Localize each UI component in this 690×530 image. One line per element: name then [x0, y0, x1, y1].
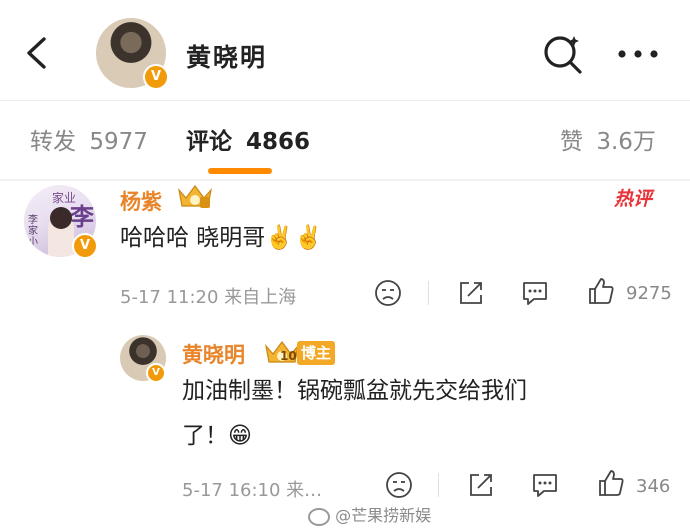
commenter-name[interactable]: 杨紫 [120, 186, 162, 216]
page-title[interactable]: 黄晓明 [186, 38, 267, 74]
reply-author-name[interactable]: 黄晓明 [182, 339, 245, 369]
share-icon[interactable] [456, 278, 486, 308]
reply-text-line2: 了！😁 [182, 423, 252, 449]
verified-badge: V [143, 64, 169, 90]
dislike-face-icon[interactable] [384, 470, 414, 500]
thumbs-up-icon[interactable] [596, 468, 626, 498]
top-navigation-bar: V 黄晓明 [0, 0, 690, 100]
watermark: @芒果捞新娱 [308, 502, 431, 526]
crown-badge-icon [178, 185, 212, 208]
active-tab-indicator [208, 168, 272, 174]
header-divider [0, 100, 690, 101]
tab-reposts[interactable]: 转发 5977 [30, 122, 148, 156]
tab-count: 5977 [89, 129, 148, 155]
weibo-logo-icon [308, 507, 330, 526]
more-horizontal-icon[interactable] [616, 44, 660, 64]
like-count: 346 [636, 476, 671, 497]
author-tag: 博主 [297, 341, 335, 365]
reply-meta: 5-17 16:10 来… [182, 480, 323, 501]
share-icon[interactable] [466, 470, 496, 500]
verified-badge: V [146, 363, 166, 383]
search-icon[interactable] [540, 32, 584, 76]
tab-label: 赞 [560, 129, 583, 155]
action-separator [428, 281, 429, 305]
avatar-side-text: 李家小房 [28, 215, 38, 257]
action-separator [438, 473, 439, 497]
level-number: 10 [280, 349, 297, 363]
comment-icon[interactable] [520, 278, 550, 308]
tab-count: 3.6万 [596, 129, 656, 155]
tab-likes[interactable]: 赞 3.6万 [560, 122, 656, 156]
dislike-face-icon[interactable] [373, 278, 403, 308]
chevron-left-icon[interactable] [22, 36, 56, 70]
tab-comments[interactable]: 评论 4866 [186, 122, 310, 156]
like-count: 9275 [626, 283, 672, 304]
comment-meta: 5-17 11:20 来自上海 [120, 287, 297, 308]
verified-badge: V [72, 233, 98, 259]
tab-count: 4866 [246, 129, 311, 155]
comment-text: 哈哈哈 晓明哥✌️✌️ [120, 225, 323, 251]
reply-text-line1: 加油制墨！锅碗瓢盆就先交给我们 [182, 378, 527, 404]
comment-icon[interactable] [530, 470, 560, 500]
thumbs-up-icon[interactable] [586, 276, 616, 306]
watermark-text: @芒果捞新娱 [335, 506, 432, 525]
tab-label: 评论 [186, 129, 232, 155]
hot-comment-tag: 热评 [614, 188, 653, 210]
tab-label: 转发 [30, 129, 76, 155]
tab-bar-divider [0, 179, 690, 181]
